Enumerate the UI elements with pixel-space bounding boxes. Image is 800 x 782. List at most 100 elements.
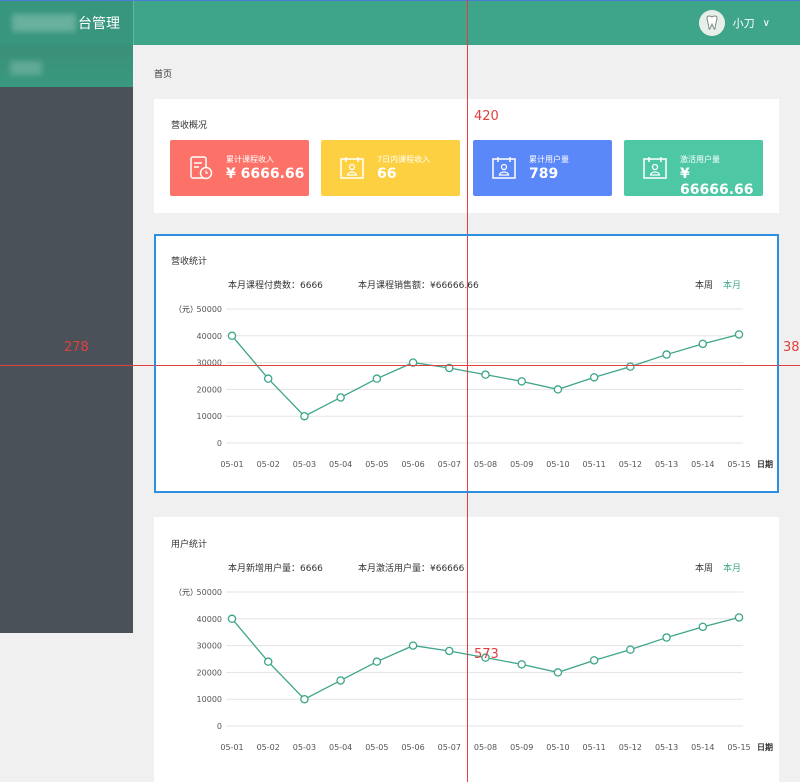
y-tick-label: 30000 (197, 359, 222, 368)
data-point (408, 641, 418, 650)
kpi-value: 789 (529, 166, 559, 182)
kpi-label: 7日内课程收入 (377, 155, 431, 164)
toggle-month[interactable]: 本月 (723, 281, 741, 291)
data-point (517, 660, 526, 669)
toggle-month[interactable]: 本月 (723, 564, 741, 574)
x-tick-label: 05-12 (619, 460, 642, 469)
x-tick-label: 05-05 (365, 460, 388, 469)
breadcrumb[interactable]: 首页 (154, 67, 172, 80)
x-tick-label: 05-08 (474, 460, 497, 469)
avatar[interactable] (698, 10, 725, 36)
y-tick-label: 10000 (197, 412, 222, 421)
data-point (734, 330, 744, 339)
x-tick-label: 05-01 (220, 743, 243, 752)
y-tick-label: 0 (217, 722, 222, 731)
data-point (698, 622, 708, 632)
x-tick-label: 05-12 (619, 743, 642, 752)
calendar-user-icon (492, 157, 516, 179)
x-tick-label: 05-01 (220, 460, 243, 469)
x-tick-label: 05-04 (329, 743, 352, 752)
kpi-active-users[interactable]: 激活用户量 ¥ 66666.66 (624, 140, 763, 198)
data-point (263, 657, 273, 666)
x-tick-label: 05-02 (257, 460, 280, 469)
sidebar-item-blurred-label (10, 61, 42, 75)
x-tick-label: 05-07 (438, 460, 461, 469)
x-tick-label: 05-03 (293, 460, 316, 469)
x-tick-label: 05-10 (546, 743, 569, 752)
x-tick-label: 05-04 (329, 460, 352, 469)
x-tick-label: 05-09 (510, 460, 533, 469)
kpi-7day-course-income[interactable]: 7日内课程收入 66 (321, 140, 460, 196)
brand-logo-blurred (12, 14, 76, 32)
data-point (481, 370, 490, 379)
toggle-week[interactable]: 本周 (695, 564, 713, 574)
x-tick-label: 05-05 (365, 743, 388, 752)
x-tick-label: 05-14 (691, 460, 714, 469)
data-point (445, 646, 454, 656)
y-tick-label: 30000 (197, 642, 222, 651)
x-tick-label: 05-13 (655, 743, 678, 752)
data-point (227, 614, 237, 624)
kpi-label: 累计用户量 (529, 155, 569, 164)
sidebar (0, 45, 133, 633)
stat-course-sales: 本月课程销售额：¥66666.66 (358, 281, 479, 291)
x-tick-label: 05-13 (655, 460, 678, 469)
toggle-week[interactable]: 本周 (695, 281, 713, 291)
calendar-user-icon (643, 157, 667, 179)
kpi-total-course-income[interactable]: 累计课程收入 ¥ 6666.66 (170, 140, 309, 196)
guide-label-right: 38 (783, 340, 800, 355)
y-tick-label: 20000 (197, 668, 222, 677)
data-point (553, 385, 563, 394)
x-tick-label: 05-15 (727, 460, 750, 469)
data-point (227, 331, 237, 341)
data-point (336, 393, 345, 402)
x-tick-label: 05-03 (293, 743, 316, 752)
user-name[interactable]: 小刀 (733, 15, 755, 31)
stat-active-users: 本月激活用户量：¥66666 (358, 564, 465, 574)
y-tick-label: 10000 (197, 695, 222, 704)
top-bar: 台管理 小刀 ∨ (0, 0, 800, 45)
kpi-label: 累计课程收入 (226, 155, 274, 164)
x-tick-label: 05-06 (401, 460, 424, 469)
x-tick-label: 05-10 (546, 460, 569, 469)
app-title: 台管理 (78, 16, 120, 32)
data-point (734, 613, 744, 622)
tooth-icon (706, 15, 718, 30)
guide-horizontal-line (0, 365, 800, 366)
kpi-value: 66 (377, 166, 397, 182)
y-tick-label: 50000 (197, 305, 222, 314)
y-tick-label: 40000 (197, 615, 222, 624)
user-menu[interactable]: 小刀 ∨ (698, 10, 770, 36)
data-point (336, 676, 345, 685)
data-point (263, 374, 273, 383)
x-tick-label: 05-14 (691, 743, 714, 752)
data-point (698, 339, 708, 349)
stat-course-paid-count: 本月课程付费数：6666 (228, 281, 323, 291)
card-title: 营收概况 (171, 121, 208, 131)
data-point (372, 657, 382, 666)
kpi-value: ¥ 6666.66 (226, 166, 305, 182)
guide-label-mid: 573 (474, 647, 499, 662)
kpi-label: 激活用户量 (680, 155, 720, 164)
receipt-clock-icon (190, 156, 213, 180)
x-tick-label: 05-15 (727, 743, 750, 752)
x-tick-label: 05-07 (438, 743, 461, 752)
data-point (589, 656, 599, 665)
kpi-total-users[interactable]: 累计用户量 789 (473, 140, 612, 196)
sidebar-item-active[interactable] (0, 45, 133, 87)
data-point (300, 694, 309, 704)
y-axis-label: （元） (174, 305, 198, 314)
x-tick-label: 05-08 (474, 743, 497, 752)
card-title: 用户统计 (171, 540, 208, 550)
data-point (517, 377, 526, 386)
chevron-down-icon[interactable]: ∨ (763, 18, 770, 29)
brand: 台管理 (0, 0, 134, 45)
data-point (553, 668, 563, 677)
guide-label-left: 278 (64, 340, 89, 355)
y-tick-label: 20000 (197, 385, 222, 394)
y-tick-label: 40000 (197, 332, 222, 341)
guide-vertical-line (467, 0, 468, 782)
x-tick-label: 05-09 (510, 743, 533, 752)
data-point (662, 350, 671, 359)
calendar-user-icon (340, 157, 364, 179)
